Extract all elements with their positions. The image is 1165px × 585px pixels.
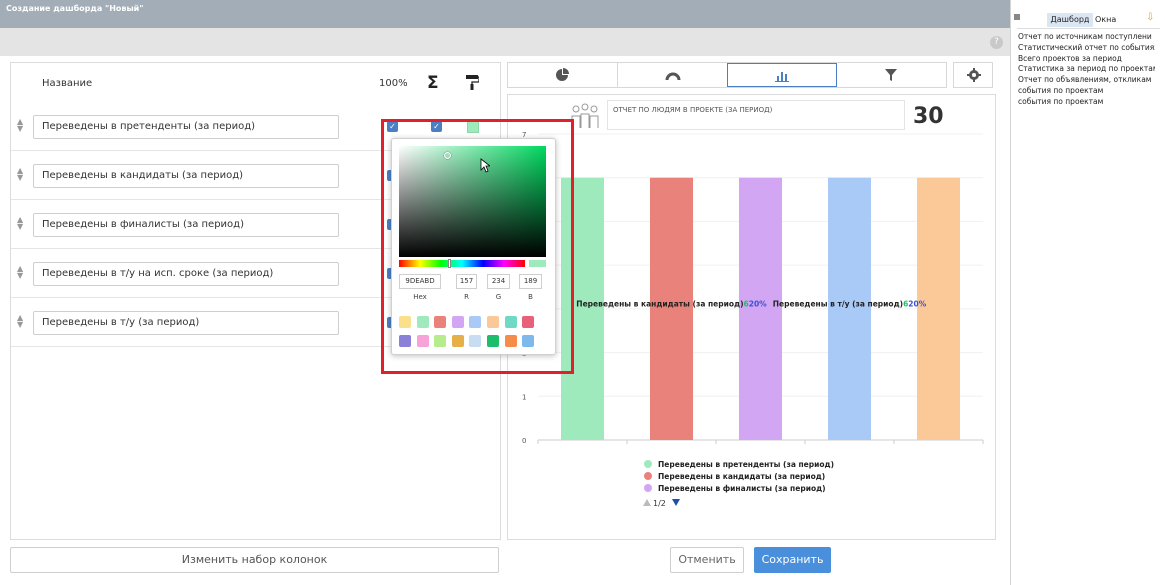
change-columns-button[interactable]: Изменить набор колонок: [10, 547, 499, 573]
funnel-icon: [885, 69, 897, 81]
bar: [828, 177, 871, 440]
highlight-annotation: [381, 119, 574, 374]
tab-bar-chart[interactable]: [727, 63, 837, 87]
bar: [650, 177, 693, 440]
legend-item: Переведены в кандидаты (за период): [658, 472, 825, 481]
gear-icon: [967, 68, 981, 82]
legend-item: Переведены в претенденты (за период): [658, 460, 834, 469]
save-button[interactable]: Сохранить: [754, 547, 831, 573]
dashboard-list-item[interactable]: Всего проектов за период: [1018, 54, 1155, 63]
drag-handle-icon[interactable]: ▲ ▼: [17, 216, 23, 231]
drag-handle-icon[interactable]: ▲ ▼: [17, 265, 23, 280]
column-header-percent[interactable]: 100%: [379, 78, 408, 89]
sum-icon[interactable]: Σ: [427, 73, 439, 93]
column-name-input[interactable]: Переведены в претенденты (за период): [33, 115, 339, 139]
drag-handle-icon[interactable]: ▲ ▼: [17, 314, 23, 329]
y-tick-label: 0: [522, 437, 526, 445]
tab-windows[interactable]: Окна: [1095, 13, 1125, 27]
pie-chart-icon: [556, 68, 569, 81]
bar-chart: 01234567Переведены в кандидаты (за перио…: [522, 131, 984, 508]
tab-funnel[interactable]: [837, 63, 947, 87]
data-label-name: Переведены в кандидаты (за период): [576, 300, 743, 309]
data-label: Переведены в т/у (за период)620%: [773, 300, 927, 309]
legend-marker: [644, 472, 652, 480]
help-icon[interactable]: ?: [990, 36, 1003, 49]
toolbar: [0, 28, 1010, 56]
dashboard-list-item[interactable]: события по проектам: [1018, 97, 1155, 106]
panel-divider: [1017, 28, 1160, 29]
window-titlebar: Создание дашборда "Новый": [0, 0, 1010, 28]
legend-marker: [644, 484, 652, 492]
download-icon[interactable]: ⇩: [1146, 12, 1154, 23]
column-name-input[interactable]: Переведены в т/у (за период): [33, 311, 339, 335]
paint-roller-icon[interactable]: [465, 74, 479, 90]
dashboard-list-item[interactable]: Отчет по источникам поступлени: [1018, 32, 1155, 41]
bar: [739, 177, 782, 440]
y-tick-label: 1: [522, 393, 526, 401]
dashboard-list-item[interactable]: Статистика за период по проектам: [1018, 64, 1155, 73]
legend-next-icon: [672, 499, 680, 506]
dashboard-list-item[interactable]: события по проектам: [1018, 86, 1155, 95]
settings-button[interactable]: [953, 62, 993, 88]
tab-dashboard[interactable]: Дашборд: [1047, 13, 1093, 27]
data-label-percent: 20%: [908, 300, 926, 309]
column-name-input[interactable]: Переведены в кандидаты (за период): [33, 164, 339, 188]
column-header-name: Название: [42, 78, 93, 89]
chart-type-tabs: [507, 62, 947, 88]
dashboard-list-item[interactable]: Статистический отчет по событиях: [1018, 43, 1155, 52]
mouse-cursor-icon: [480, 158, 490, 173]
bar-chart-icon: [775, 72, 789, 82]
window-title: Создание дашборда "Новый": [6, 4, 144, 13]
bar: [917, 177, 960, 440]
cancel-button[interactable]: Отменить: [670, 547, 744, 573]
data-label-name: Переведены в т/у (за период): [773, 300, 903, 309]
data-label-percent: 20%: [749, 300, 767, 309]
legend-page: 1/2: [653, 499, 666, 508]
column-name-input[interactable]: Переведены в т/у на исп. сроке (за перио…: [33, 262, 339, 286]
legend-prev-icon: [643, 499, 651, 506]
tab-gauge[interactable]: [618, 63, 728, 87]
legend-marker: [644, 460, 652, 468]
tab-pie-chart[interactable]: [508, 63, 618, 87]
drag-handle-icon[interactable]: ▲ ▼: [17, 118, 23, 133]
data-label: Переведены в кандидаты (за период)620%: [576, 300, 767, 309]
column-name-input[interactable]: Переведены в финалисты (за период): [33, 213, 339, 237]
drag-handle-icon[interactable]: ▲ ▼: [17, 167, 23, 182]
dashboard-list-item[interactable]: Отчет по объявлениям, откликам: [1018, 75, 1155, 84]
legend-item: Переведены в финалисты (за период): [658, 484, 826, 493]
panel-menu-icon[interactable]: [1014, 14, 1020, 20]
gauge-icon: [665, 72, 681, 81]
